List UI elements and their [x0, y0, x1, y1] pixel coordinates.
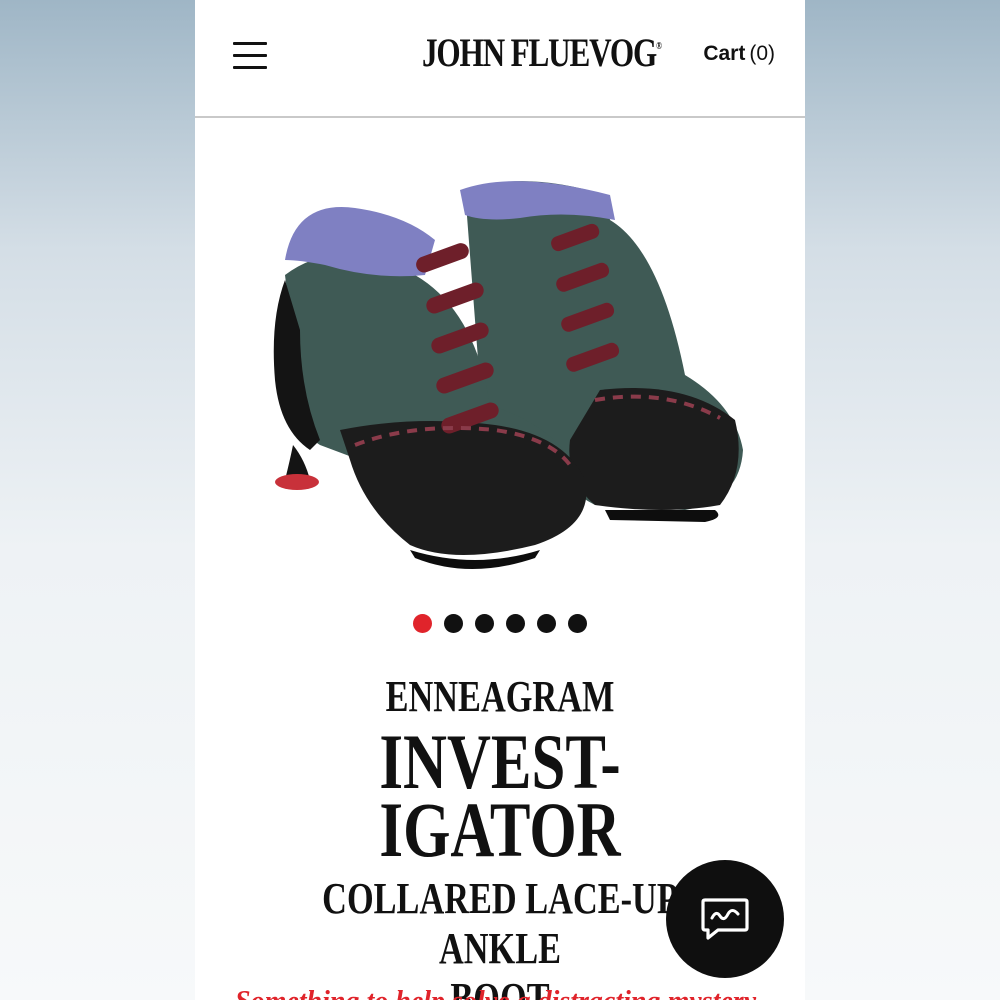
product-subtitle: COLLARED LACE-UP ANKLE BOOT — [262, 874, 738, 1000]
product-title-line-2: IGATOR — [379, 786, 621, 873]
brand-logo[interactable]: JOHN FLUEVOG® — [422, 28, 662, 78]
mobile-viewport: JOHN FLUEVOG® Cart (0) ENNEAGRAM INVEST-… — [195, 0, 805, 1000]
site-header: JOHN FLUEVOG® Cart (0) — [195, 0, 805, 118]
carousel-dot[interactable] — [506, 614, 525, 633]
carousel-dot[interactable] — [444, 614, 463, 633]
carousel-dot[interactable] — [568, 614, 587, 633]
chat-button[interactable] — [666, 860, 784, 978]
cart-count: (0) — [749, 42, 775, 65]
collection-name: ENNEAGRAM — [385, 672, 615, 721]
chat-bubble-icon — [701, 898, 749, 940]
image-carousel-dots — [195, 614, 805, 638]
product-tagline: Something to help solve a distracting my… — [235, 986, 775, 1000]
product-image[interactable] — [265, 160, 745, 590]
carousel-dot[interactable] — [537, 614, 556, 633]
brand-logo-text: JOHN FLUEVOG — [422, 30, 657, 75]
product-title: INVEST- IGATOR — [262, 723, 738, 873]
carousel-dot[interactable] — [413, 614, 432, 633]
boots-illustration — [273, 181, 743, 569]
hamburger-menu-icon[interactable] — [231, 40, 271, 72]
registered-mark: ® — [656, 41, 662, 52]
carousel-dot[interactable] — [475, 614, 494, 633]
cart-label: Cart — [703, 42, 746, 65]
cart-link[interactable]: Cart (0) — [703, 40, 775, 68]
